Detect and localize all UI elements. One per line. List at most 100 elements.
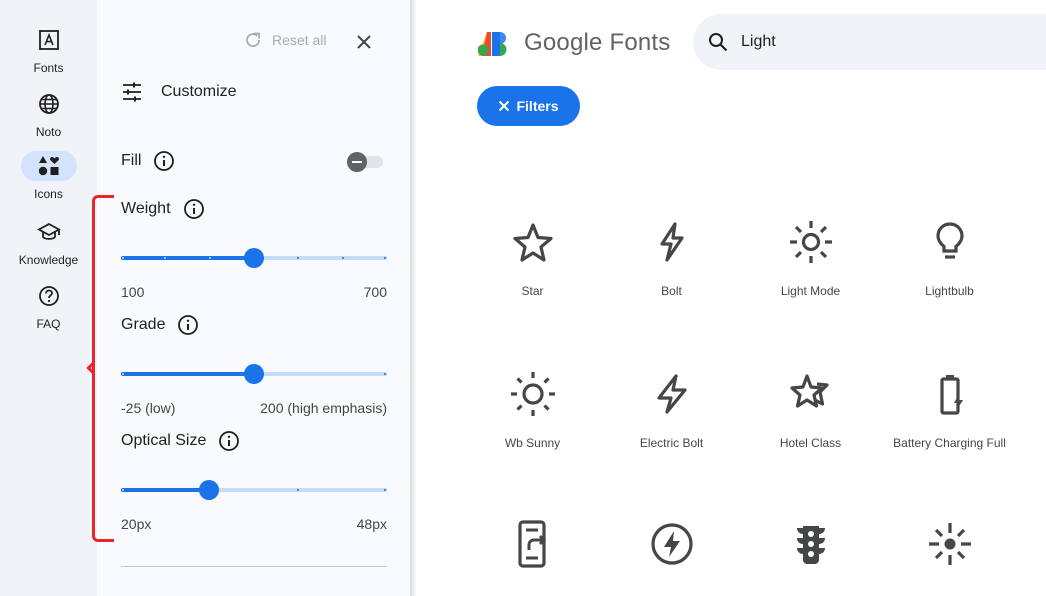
weight-label: Weight [121, 200, 171, 217]
slider-tick [384, 489, 386, 491]
rail-label-faq: FAQ [36, 317, 61, 331]
battery-charging-icon [926, 370, 974, 418]
reset-all-button[interactable]: Reset all [243, 30, 326, 50]
close-icon [357, 35, 371, 49]
slider-tick [122, 257, 124, 259]
customize-panel: Reset all Customize Fill Weight 100 700 … [97, 0, 413, 596]
lightbulb-icon [926, 218, 974, 266]
close-icon [499, 100, 510, 112]
slider-tick [384, 257, 386, 259]
help-icon [21, 281, 77, 311]
google-fonts-logo-icon [478, 32, 507, 56]
icon-name: Bolt [661, 284, 682, 298]
grade-label: Grade [121, 316, 166, 333]
mobile-share-icon [509, 520, 557, 568]
slider-tick [122, 489, 124, 491]
icon-card-mobile-share[interactable] [463, 520, 602, 568]
optical-size-min: 20px [121, 516, 152, 532]
rail-label-knowledge: Knowledge [18, 253, 79, 267]
traffic-icon [787, 520, 835, 568]
icon-card-electric-bolt[interactable]: Electric Bolt [602, 370, 741, 451]
slider-thumb[interactable] [198, 480, 219, 500]
close-panel-button[interactable] [352, 30, 376, 54]
icon-card-star[interactable]: Star [463, 218, 602, 299]
search-bar[interactable] [693, 14, 1046, 70]
tune-icon [123, 82, 141, 102]
shapes-icon [20, 151, 77, 181]
rail-item-fonts[interactable]: Fonts [0, 25, 97, 75]
icon-card-offline-bolt[interactable] [602, 520, 741, 568]
fill-row: Fill [121, 150, 175, 172]
customize-header: Customize [121, 82, 237, 102]
filters-button[interactable]: Filters [477, 86, 580, 126]
divider [121, 566, 387, 567]
info-icon[interactable] [183, 198, 205, 220]
hotel-class-icon [787, 370, 835, 418]
rail-item-noto[interactable]: Noto [0, 89, 97, 139]
reset-all-label: Reset all [272, 32, 327, 48]
weight-max: 700 [363, 284, 387, 300]
panel-edge [410, 0, 417, 596]
icon-name: Light Mode [780, 284, 841, 298]
highlight-icon [926, 520, 974, 568]
search-icon [709, 33, 728, 52]
grade-max: 200 (high emphasis) [260, 400, 387, 416]
slider-fill [121, 372, 254, 376]
icon-name: Star [521, 284, 544, 298]
optical-size-max: 48px [356, 516, 387, 532]
school-icon [21, 217, 77, 247]
optical-size-slider[interactable] [121, 480, 387, 500]
info-icon[interactable] [177, 314, 199, 336]
slider-thumb[interactable] [244, 248, 264, 268]
weight-min: 100 [121, 284, 145, 300]
rail-item-faq[interactable]: FAQ [0, 281, 97, 331]
weight-row: Weight [121, 198, 205, 220]
icon-card-hotel-class[interactable]: Hotel Class [741, 370, 880, 451]
light-mode-icon [787, 218, 835, 266]
icon-name: Electric Bolt [639, 436, 704, 450]
electric-bolt-icon [648, 370, 696, 418]
rail-label-fonts: Fonts [33, 61, 64, 75]
icon-card-light-mode[interactable]: Light Mode [741, 218, 880, 299]
optical-size-row: Optical Size [121, 430, 240, 452]
icon-card-highlight[interactable] [880, 520, 1019, 568]
slider-tick [208, 257, 211, 259]
grade-min: -25 (low) [121, 400, 176, 416]
slider-thumb[interactable] [244, 364, 264, 384]
filters-label: Filters [516, 98, 559, 114]
nav-rail: Fonts Noto Icons Knowledge FAQ [0, 0, 97, 596]
slider-tick [384, 373, 386, 375]
optical-size-label: Optical Size [121, 432, 207, 449]
toggle-knob [347, 152, 367, 172]
icon-card-lightbulb[interactable]: Lightbulb [880, 218, 1019, 299]
icon-card-wb-sunny[interactable]: Wb Sunny [463, 370, 602, 451]
offline-bolt-icon [648, 520, 696, 568]
icon-name: Wb Sunny [504, 436, 561, 450]
icon-card-traffic[interactable] [741, 520, 880, 568]
rail-item-icons[interactable]: Icons [0, 151, 97, 201]
bolt-icon [648, 218, 696, 266]
info-icon[interactable] [218, 430, 240, 452]
rail-label-icons: Icons [34, 187, 63, 201]
icon-card-bolt[interactable]: Bolt [602, 218, 741, 299]
slider-fill [121, 256, 254, 260]
fill-label: Fill [121, 152, 142, 169]
weight-slider[interactable] [121, 248, 387, 268]
fill-toggle[interactable] [347, 152, 385, 172]
globe-icon [21, 89, 77, 119]
app-window: Fonts Noto Icons Knowledge FAQ Reset all… [0, 0, 1046, 596]
google-fonts-logo[interactable]: Google Fonts [478, 29, 670, 57]
info-icon[interactable] [153, 150, 175, 172]
grade-slider[interactable] [121, 364, 387, 384]
grade-row: Grade [121, 314, 199, 336]
logo-text: Google Fonts [524, 29, 671, 56]
slider-tick [122, 373, 124, 375]
search-input[interactable] [741, 33, 1021, 51]
slider-tick [341, 257, 344, 259]
refresh-icon [246, 32, 260, 47]
rail-item-knowledge[interactable]: Knowledge [0, 217, 97, 267]
rail-label-noto: Noto [35, 125, 62, 139]
font-icon [21, 25, 77, 55]
wb-sunny-icon [509, 370, 557, 418]
icon-card-battery-charging-full[interactable]: Battery Charging Full [880, 370, 1019, 451]
